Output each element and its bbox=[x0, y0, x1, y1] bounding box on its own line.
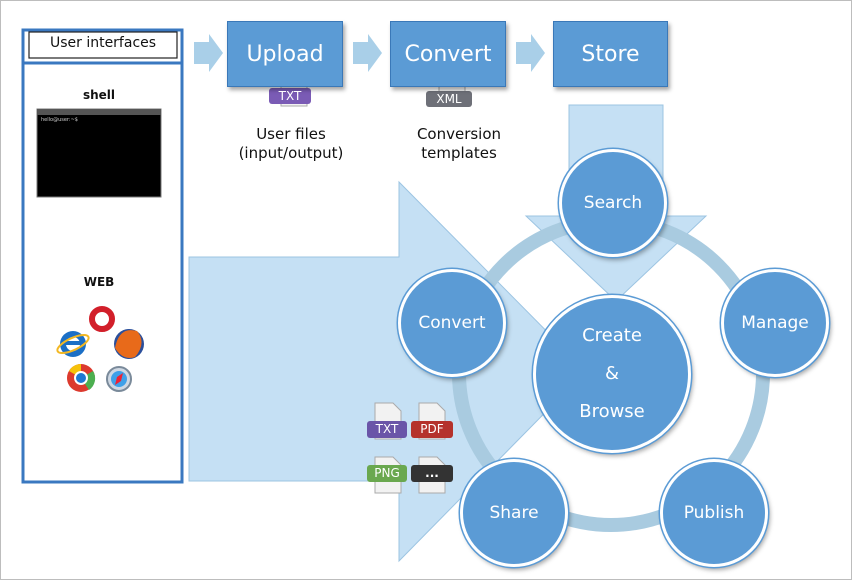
center-line-1: Create bbox=[582, 325, 642, 346]
png-format-badge: PNG bbox=[367, 465, 407, 482]
create-browse-circle: Create & Browse bbox=[533, 295, 691, 453]
pdf-format-badge: PDF bbox=[411, 421, 453, 438]
convert-box: Convert bbox=[390, 21, 506, 87]
share-circle: Share bbox=[460, 459, 568, 567]
user-files-sub-label: (input/output) bbox=[238, 144, 344, 162]
terminal-titlebar bbox=[37, 109, 161, 115]
store-box: Store bbox=[553, 21, 668, 87]
manage-circle: Manage bbox=[721, 269, 829, 377]
shell-label: shell bbox=[82, 88, 116, 102]
more-format-badge: ... bbox=[411, 465, 453, 482]
center-line-3: Browse bbox=[579, 401, 645, 422]
search-circle: Search bbox=[559, 149, 667, 257]
templates-label: Conversion bbox=[416, 125, 502, 143]
arrow-to-store bbox=[516, 34, 545, 72]
user-interfaces-title: User interfaces bbox=[49, 35, 157, 51]
xml-badge: XML bbox=[436, 92, 462, 106]
publish-circle: Publish bbox=[660, 459, 768, 567]
user-files-label: User files bbox=[256, 125, 326, 143]
diagram-canvas: User interfaces shell hello@user:~$ WEB … bbox=[0, 0, 852, 580]
arrow-to-convert bbox=[353, 34, 382, 72]
arrow-to-upload bbox=[194, 34, 223, 72]
terminal-prompt: hello@user:~$ bbox=[41, 117, 78, 123]
web-label: WEB bbox=[83, 275, 115, 289]
templates-sub-label: templates bbox=[421, 144, 497, 162]
upload-box: Upload bbox=[227, 21, 343, 87]
convert-circle: Convert bbox=[398, 269, 506, 377]
center-line-2: & bbox=[604, 363, 620, 384]
txt-format-badge: TXT bbox=[367, 421, 407, 438]
txt-badge: TXT bbox=[278, 89, 302, 103]
